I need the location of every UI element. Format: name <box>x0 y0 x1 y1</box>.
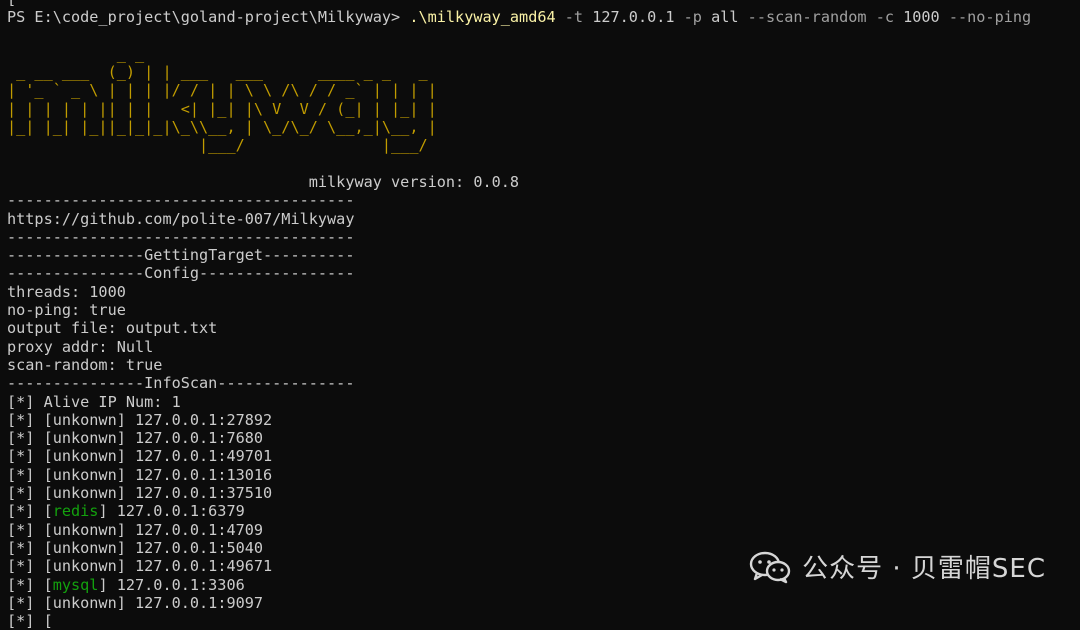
result-prefix: [*] [ <box>7 502 53 521</box>
partial-top-line: [ <box>7 0 1080 8</box>
config-proxy-addr: proxy addr: Null <box>7 337 154 356</box>
flag-scan-random: --scan-random <box>738 8 867 27</box>
prompt-path: PS E:\code_project\goland-project\Milkyw… <box>7 8 410 27</box>
result-service: unkonwn <box>52 447 117 466</box>
command-executable: .\milkyway_amd64 <box>409 8 556 27</box>
result-prefix: [*] [ <box>7 447 53 466</box>
result-service: unkonwn <box>52 557 117 576</box>
result-service: unkonwn <box>52 429 117 448</box>
command-prompt-line: PS E:\code_project\goland-project\Milkyw… <box>7 8 1080 26</box>
result-service: unkonwn <box>52 410 117 429</box>
scan-result-line: [*] [unkonwn] 127.0.0.1:4709 <box>7 521 1080 539</box>
result-service: unkonwn <box>52 484 117 503</box>
result-prefix: [*] [ <box>7 484 53 503</box>
result-address: ] 127.0.0.1:7680 <box>116 429 264 448</box>
scan-result-line: [*] [unkonwn] 127.0.0.1:37510 <box>7 484 1080 502</box>
arg-ports: all <box>701 8 739 27</box>
result-service-redis: redis <box>52 502 99 521</box>
result-service: unkonwn <box>52 520 117 539</box>
result-address: ] 127.0.0.1:49701 <box>116 447 273 466</box>
alive-ip-line: [*] Alive IP Num: 1 <box>7 392 181 411</box>
scan-result-line: [*] [unkonwn] 127.0.0.1:7680 <box>7 429 1080 447</box>
banner-line: |___/ |___/ <box>7 136 428 155</box>
result-address: ] 127.0.0.1:37510 <box>116 484 273 503</box>
flag-c: -c <box>866 8 894 27</box>
result-address: ] 127.0.0.1:4709 <box>116 520 264 539</box>
section-getting-target: ---------------GettingTarget---------- <box>7 246 355 265</box>
terminal-output[interactable]: [ PS E:\code_project\goland-project\Milk… <box>7 0 1080 630</box>
config-output-file: output file: output.txt <box>7 319 218 338</box>
banner-line: _ __ ___ (_) | | ___ ___ ____ _ _ _ <box>7 63 428 82</box>
result-prefix: [*] [ <box>7 612 53 630</box>
result-address: ] 127.0.0.1:3306 <box>98 575 245 594</box>
banner-line: | '_ ` _ \ | | | |/ / | | \ \ /\ / / _` … <box>7 81 437 100</box>
arg-threads: 1000 <box>893 8 940 27</box>
result-address: ] 127.0.0.1:6379 <box>98 502 245 521</box>
wechat-watermark: 公众号 · 贝雷帽SEC <box>748 548 1046 585</box>
flag-t: -t <box>555 8 584 27</box>
result-service: unkonwn <box>52 593 117 612</box>
scan-result-line: [*] [ <box>7 612 1080 630</box>
result-service: unkonwn <box>52 465 117 484</box>
result-prefix: [*] [ <box>7 575 53 594</box>
result-prefix: [*] [ <box>7 557 53 576</box>
scan-results: [*] [unkonwn] 127.0.0.1:27892 [*] [unkon… <box>7 411 1080 630</box>
result-address: ] 127.0.0.1:5040 <box>116 538 264 557</box>
repo-url: https://github.com/polite-007/Milkyway <box>7 209 355 228</box>
result-service: unkonwn <box>52 538 117 557</box>
divider: -------------------------------------- <box>7 227 355 246</box>
banner-line: | | | | | || | | <| |_| |\ V V / (_| | |… <box>7 99 437 118</box>
banner-line: |_| |_| |_||_|_|_|\_\\__, | \_/\_/ \__,_… <box>7 118 437 137</box>
config-no-ping: no-ping: true <box>7 301 126 320</box>
scan-result-line: [*] [unkonwn] 127.0.0.1:13016 <box>7 466 1080 484</box>
result-service-mysql: mysql <box>52 575 99 594</box>
wechat-icon <box>749 551 791 583</box>
result-prefix: [*] [ <box>7 593 53 612</box>
flag-no-ping: --no-ping <box>939 8 1032 27</box>
result-address: ] 127.0.0.1:9097 <box>116 593 264 612</box>
result-address: ] 127.0.0.1:49671 <box>116 557 273 576</box>
banner-line: _ _ <box>7 44 145 63</box>
section-infoscan: ---------------InfoScan--------------- <box>7 374 355 393</box>
flag-p: -p <box>674 8 702 27</box>
section-config: ---------------Config----------------- <box>7 264 355 283</box>
result-prefix: [*] [ <box>7 520 53 539</box>
result-address: ] 127.0.0.1:13016 <box>116 465 273 484</box>
config-scan-random: scan-random: true <box>7 355 163 374</box>
watermark-text: 公众号 · 贝雷帽SEC <box>802 554 1046 584</box>
divider: -------------------------------------- <box>7 191 355 210</box>
scan-result-line: [*] [redis] 127.0.0.1:6379 <box>7 502 1080 520</box>
result-address: ] 127.0.0.1:27892 <box>116 410 273 429</box>
result-prefix: [*] [ <box>7 538 53 557</box>
result-prefix: [*] [ <box>7 410 53 429</box>
arg-target: 127.0.0.1 <box>583 8 675 27</box>
scan-result-line: [*] [unkonwn] 127.0.0.1:9097 <box>7 594 1080 612</box>
version-line: milkyway version: 0.0.8 <box>7 172 520 191</box>
config-threads: threads: 1000 <box>7 282 126 301</box>
scan-result-line: [*] [unkonwn] 127.0.0.1:27892 <box>7 411 1080 429</box>
result-prefix: [*] [ <box>7 429 53 448</box>
result-prefix: [*] [ <box>7 465 53 484</box>
scan-result-line: [*] [unkonwn] 127.0.0.1:49701 <box>7 447 1080 465</box>
